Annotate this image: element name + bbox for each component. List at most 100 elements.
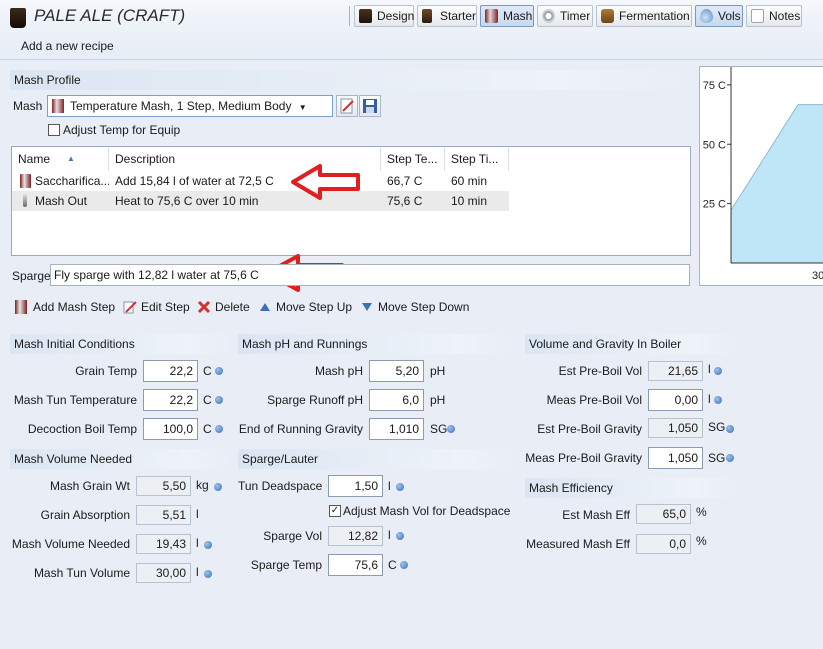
mash-initial-conditions-header: Mash Initial Conditions: [10, 334, 230, 354]
adjust-temp-checkbox[interactable]: [48, 124, 60, 136]
grain-temp-input[interactable]: 22,2: [143, 360, 198, 382]
step-name: Mash Out: [35, 194, 88, 208]
info-dot-icon[interactable]: [214, 483, 222, 491]
mash-volume-unit: l: [196, 536, 199, 550]
beer-glass-icon: [359, 9, 372, 23]
grain-temp-label: Grain Temp: [75, 364, 137, 378]
mash-profile-select[interactable]: Temperature Mash, 1 Step, Medium Body ▼: [47, 95, 333, 117]
info-dot-icon[interactable]: [215, 425, 223, 433]
sparge-vol-label: Sparge Vol: [263, 529, 322, 543]
meas-preboil-vol-unit: l: [708, 392, 711, 406]
tun-temp-label: Mash Tun Temperature: [13, 393, 137, 407]
info-dot-icon[interactable]: [400, 561, 408, 569]
info-dot-icon[interactable]: [204, 570, 212, 578]
mash-profile-save-button[interactable]: [359, 95, 381, 117]
mash-tun-icon: [485, 9, 498, 23]
grain-absorption-label: Grain Absorption: [40, 508, 130, 522]
table-row[interactable]: Saccharifica... Add 15,84 l of water at …: [12, 171, 509, 191]
mash-volume-value: 19,43: [136, 534, 191, 554]
sort-ascending-icon: ▲: [67, 154, 75, 163]
tab-design[interactable]: Design: [354, 5, 414, 27]
measured-mash-eff-value: 0,0: [636, 534, 691, 554]
decoction-temp-label: Decoction Boil Temp: [27, 422, 137, 436]
tab-notes[interactable]: Notes: [746, 5, 802, 27]
mash-profile-header: Mash Profile: [10, 70, 690, 90]
checkmark-icon: ✓: [330, 505, 340, 516]
step-time: 60 min: [451, 174, 488, 188]
column-header-step-time[interactable]: Step Ti...: [445, 147, 509, 171]
sparge-description-field[interactable]: Fly sparge with 12,82 l water at 75,6 C: [50, 264, 690, 286]
tab-starter[interactable]: Starter: [417, 5, 477, 27]
edit-step-button[interactable]: Edit Step: [123, 298, 190, 316]
info-dot-icon[interactable]: [714, 396, 722, 404]
step-temp: 75,6 C: [387, 194, 423, 208]
info-dot-icon[interactable]: [726, 454, 734, 462]
tun-volume-unit: l: [196, 565, 199, 579]
thermometer-icon: [23, 194, 27, 207]
info-dot-icon[interactable]: [396, 532, 404, 540]
meas-preboil-vol-input[interactable]: 0,00: [648, 389, 703, 411]
move-step-up-button[interactable]: Move Step Up: [258, 298, 352, 316]
grain-wt-value: 5,50: [136, 476, 191, 496]
timer-icon: [542, 9, 555, 23]
step-time: 10 min: [451, 194, 488, 208]
mash-tun-icon: [20, 174, 31, 188]
end-gravity-unit: SG: [430, 422, 448, 436]
meas-preboil-gravity-label: Meas Pre-Boil Gravity: [525, 451, 642, 465]
sparge-temp-input[interactable]: 75,6: [328, 554, 383, 576]
info-dot-icon[interactable]: [215, 367, 223, 375]
adjust-temp-label: Adjust Temp for Equip: [63, 123, 181, 137]
x-tick-label: 30: [812, 270, 823, 282]
info-dot-icon[interactable]: [204, 541, 212, 549]
toolbar-divider: [349, 6, 350, 26]
tun-temp-unit: C: [203, 393, 212, 407]
decoction-temp-input[interactable]: 100,0: [143, 418, 198, 440]
table-row[interactable]: Mash Out Heat to 75,6 C over 10 min 75,6…: [12, 191, 509, 211]
mash-profile-edit-button[interactable]: [336, 95, 358, 117]
grain-wt-label: Mash Grain Wt: [49, 479, 130, 493]
meas-preboil-gravity-input[interactable]: 1,050: [648, 447, 703, 469]
tun-temp-input[interactable]: 22,2: [143, 389, 198, 411]
mash-tun-icon: [52, 99, 64, 113]
mash-ph-input[interactable]: 5,20: [369, 360, 424, 382]
info-dot-icon[interactable]: [447, 425, 455, 433]
adjust-deadspace-checkbox[interactable]: ✓: [329, 505, 341, 517]
decoction-temp-unit: C: [203, 422, 212, 436]
mash-temp-chart: 75 C 50 C 25 C 30: [699, 66, 823, 286]
column-header-step-temp[interactable]: Step Te...: [381, 147, 445, 171]
info-dot-icon[interactable]: [396, 483, 404, 491]
sparge-vol-unit: l: [388, 528, 391, 542]
boiler-header: Volume and Gravity In Boiler: [525, 334, 737, 354]
step-temp: 66,7 C: [387, 174, 423, 188]
edit-pencil-icon: [123, 301, 137, 314]
est-preboil-vol-value: 21,65: [648, 361, 703, 381]
tab-vols[interactable]: Vols: [695, 5, 743, 27]
grain-temp-unit: C: [203, 364, 212, 378]
end-gravity-input[interactable]: 1,010: [369, 418, 424, 440]
sparge-runoff-ph-input[interactable]: 6,0: [369, 389, 424, 411]
est-mash-eff-value: 65,0: [636, 504, 691, 524]
delete-step-button[interactable]: Delete: [197, 298, 250, 316]
move-step-down-button[interactable]: Move Step Down: [360, 298, 469, 316]
fermenter-icon: [601, 9, 614, 23]
tun-deadspace-input[interactable]: 1,50: [328, 475, 383, 497]
step-name: Saccharifica...: [35, 174, 109, 188]
recipe-title: PALE ALE (CRAFT): [34, 6, 186, 25]
tab-fermentation[interactable]: Fermentation: [596, 5, 692, 27]
mash-ph-unit: pH: [430, 364, 446, 378]
info-dot-icon[interactable]: [215, 396, 223, 404]
est-preboil-vol-unit: l: [708, 362, 711, 376]
info-dot-icon[interactable]: [726, 425, 734, 433]
info-dot-icon[interactable]: [714, 367, 722, 375]
mash-label: Mash: [13, 99, 43, 113]
chevron-down-icon: ▼: [298, 103, 307, 112]
est-mash-eff-label: Est Mash Eff: [562, 508, 630, 522]
tab-timer[interactable]: Timer: [537, 5, 593, 27]
tun-deadspace-label: Tun Deadspace: [238, 479, 323, 493]
tab-mash[interactable]: Mash: [480, 5, 534, 27]
add-mash-step-button[interactable]: Add Mash Step: [15, 298, 115, 316]
est-preboil-gravity-value: 1,050: [648, 418, 703, 438]
delete-x-icon: [197, 300, 211, 314]
page-subtitle: Add a new recipe: [21, 39, 114, 53]
column-header-name[interactable]: Name ▲: [12, 147, 109, 171]
